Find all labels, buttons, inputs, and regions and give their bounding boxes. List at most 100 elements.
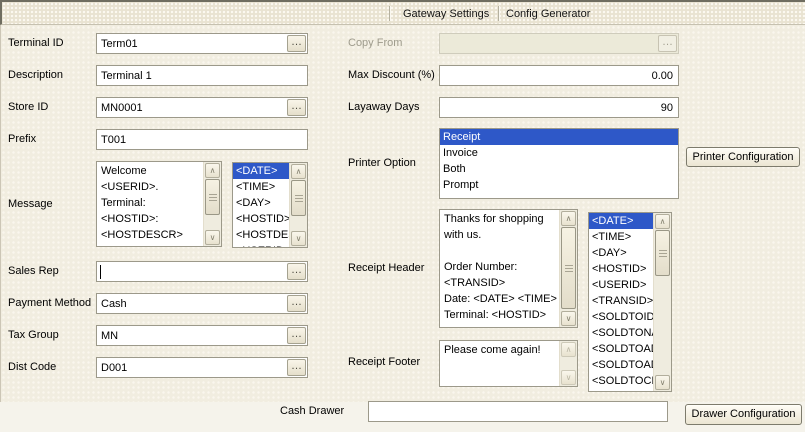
- message-tag-list[interactable]: <DATE> <TIME> <DAY> <HOSTID> <HOSTDESCR>…: [232, 162, 308, 248]
- list-item[interactable]: <SOLDTONAME>: [589, 325, 654, 341]
- message-tag-scrollbar[interactable]: ∧ ∨: [289, 163, 307, 247]
- list-item[interactable]: <HOSTID>: [233, 211, 290, 227]
- receipt-footer-textarea[interactable]: Please come again! ∧ ∨: [439, 340, 578, 387]
- list-item[interactable]: Both: [440, 161, 678, 177]
- scroll-down-icon[interactable]: ∨: [205, 230, 220, 245]
- scroll-down-icon[interactable]: ∨: [291, 231, 306, 246]
- prefix-input[interactable]: [97, 130, 307, 149]
- ellipsis-icon: …: [291, 100, 302, 112]
- list-item[interactable]: <SOLDTOCITY>: [589, 373, 654, 389]
- printer-option-items: Receipt Invoice Both Prompt: [440, 129, 678, 198]
- scrollbar-thumb[interactable]: [291, 180, 306, 216]
- list-item[interactable]: Receipt: [440, 129, 678, 145]
- description-field[interactable]: [96, 65, 308, 86]
- list-item[interactable]: <SOLDTOID>: [589, 309, 654, 325]
- description-input[interactable]: [97, 66, 307, 85]
- tab-config-generator[interactable]: Config Generator: [506, 7, 590, 21]
- dist-code-browse-button[interactable]: …: [287, 359, 306, 376]
- sales-rep-field[interactable]: …: [96, 261, 308, 282]
- receipt-tag-scrollbar[interactable]: ∧ ∨: [653, 213, 671, 391]
- list-item[interactable]: Invoice: [440, 145, 678, 161]
- copy-from-label: Copy From: [348, 37, 402, 50]
- list-item[interactable]: Prompt: [440, 177, 678, 193]
- cash-drawer-field[interactable]: [368, 401, 668, 422]
- list-item[interactable]: <USERID>: [589, 277, 654, 293]
- payment-method-field[interactable]: …: [96, 293, 308, 314]
- list-item[interactable]: <USERID>: [233, 243, 290, 247]
- copy-from-field: …: [439, 33, 679, 54]
- scroll-down-icon[interactable]: ∨: [561, 370, 576, 385]
- list-item[interactable]: <TRANSID>: [589, 293, 654, 309]
- receipt-tag-list[interactable]: <DATE> <TIME> <DAY> <HOSTID> <USERID> <T…: [588, 212, 672, 392]
- layaway-days-field[interactable]: [439, 97, 679, 118]
- scroll-up-icon[interactable]: ∧: [291, 164, 306, 179]
- message-scrollbar[interactable]: ∧ ∨: [203, 162, 221, 246]
- tab-gateway-settings[interactable]: Gateway Settings: [403, 7, 489, 21]
- ellipsis-icon: …: [291, 36, 302, 48]
- receipt-header-scrollbar[interactable]: ∧ ∨: [559, 210, 577, 327]
- terminal-id-field[interactable]: …: [96, 33, 308, 54]
- list-item[interactable]: <DAY>: [233, 195, 290, 211]
- prefix-label: Prefix: [8, 133, 36, 146]
- terminal-id-input[interactable]: [97, 34, 307, 53]
- payment-method-input[interactable]: [97, 294, 307, 313]
- scroll-down-icon[interactable]: ∨: [561, 311, 576, 326]
- receipt-footer-label: Receipt Footer: [348, 356, 420, 369]
- scroll-up-icon[interactable]: ∧: [655, 214, 670, 229]
- thumb-grip-icon: [659, 250, 667, 257]
- receipt-tag-items: <DATE> <TIME> <DAY> <HOSTID> <USERID> <T…: [589, 213, 654, 391]
- list-item[interactable]: <DATE>: [233, 163, 290, 179]
- list-item[interactable]: <SOLDTOADDR1>: [589, 341, 654, 357]
- layaway-days-input[interactable]: [440, 98, 678, 117]
- dist-code-input[interactable]: [97, 358, 307, 377]
- printer-option-list[interactable]: Receipt Invoice Both Prompt: [439, 128, 679, 199]
- dist-code-field[interactable]: …: [96, 357, 308, 378]
- text-cursor: [100, 265, 101, 279]
- list-item[interactable]: <SOLDTOADDR2>: [589, 357, 654, 373]
- tax-group-input[interactable]: [97, 326, 307, 345]
- list-item[interactable]: <DATE>: [589, 213, 654, 229]
- toolbar-separator: [498, 6, 499, 21]
- message-label: Message: [8, 198, 53, 211]
- scrollbar-thumb[interactable]: [205, 179, 220, 215]
- scroll-up-icon[interactable]: ∧: [205, 163, 220, 178]
- message-text: Welcome <USERID>. Terminal: <HOSTID>: <H…: [97, 162, 204, 246]
- message-textarea[interactable]: Welcome <USERID>. Terminal: <HOSTID>: <H…: [96, 161, 222, 247]
- list-item[interactable]: <HOSTID>: [589, 261, 654, 277]
- store-id-input[interactable]: [97, 98, 307, 117]
- ellipsis-icon: …: [662, 36, 673, 48]
- receipt-footer-scrollbar[interactable]: ∧ ∨: [559, 341, 577, 386]
- max-discount-input[interactable]: [440, 66, 678, 85]
- max-discount-field[interactable]: [439, 65, 679, 86]
- list-item[interactable]: <HOSTDESCR>: [233, 227, 290, 243]
- printer-configuration-button[interactable]: Printer Configuration: [686, 147, 800, 167]
- toolbar-separator: [389, 6, 390, 21]
- list-item[interactable]: <TIME>: [589, 229, 654, 245]
- scrollbar-thumb[interactable]: [561, 227, 576, 309]
- store-id-label: Store ID: [8, 101, 48, 114]
- payment-method-browse-button[interactable]: …: [287, 295, 306, 312]
- drawer-configuration-button[interactable]: Drawer Configuration: [685, 404, 802, 425]
- tab-bar: Gateway Settings Config Generator: [0, 0, 805, 25]
- tax-group-field[interactable]: …: [96, 325, 308, 346]
- store-id-browse-button[interactable]: …: [287, 99, 306, 116]
- receipt-footer-text: Please come again!: [440, 341, 560, 386]
- tax-group-browse-button[interactable]: …: [287, 327, 306, 344]
- list-item[interactable]: <TIME>: [233, 179, 290, 195]
- sales-rep-browse-button[interactable]: …: [287, 263, 306, 280]
- receipt-header-textarea[interactable]: Thanks for shopping with us. Order Numbe…: [439, 209, 578, 328]
- tax-group-label: Tax Group: [8, 329, 59, 342]
- prefix-field[interactable]: [96, 129, 308, 150]
- scroll-up-icon[interactable]: ∧: [561, 342, 576, 357]
- copy-from-input: [440, 34, 678, 53]
- list-item[interactable]: <DAY>: [589, 245, 654, 261]
- scroll-down-icon[interactable]: ∨: [655, 375, 670, 390]
- sales-rep-input[interactable]: [97, 262, 307, 281]
- terminal-id-browse-button[interactable]: …: [287, 35, 306, 52]
- thumb-grip-icon: [295, 195, 303, 202]
- cash-drawer-input[interactable]: [369, 402, 667, 421]
- dist-code-label: Dist Code: [8, 361, 56, 374]
- scrollbar-thumb[interactable]: [655, 230, 670, 276]
- scroll-up-icon[interactable]: ∧: [561, 211, 576, 226]
- store-id-field[interactable]: …: [96, 97, 308, 118]
